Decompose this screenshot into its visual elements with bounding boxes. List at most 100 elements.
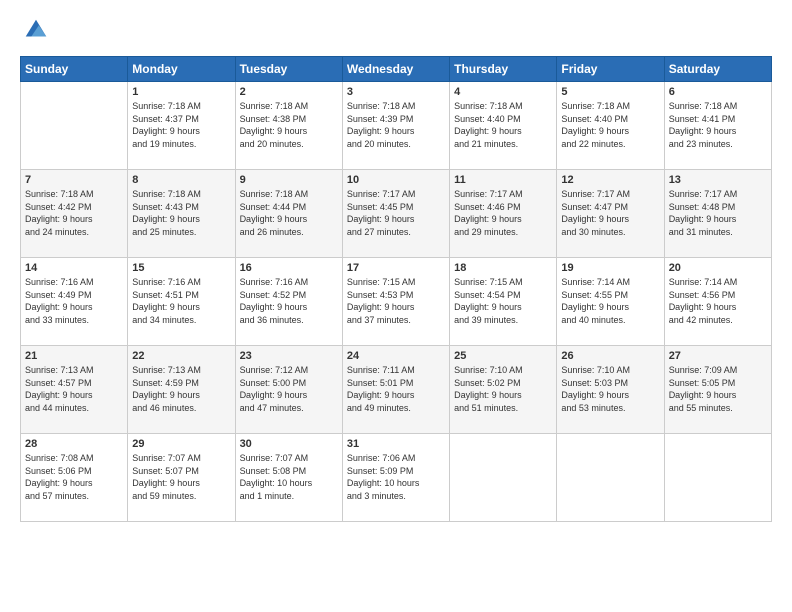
day-number: 29: [132, 438, 230, 450]
day-number: 22: [132, 350, 230, 362]
calendar-cell: 1 Sunrise: 7:18 AM Sunset: 4:37 PM Daylig…: [128, 82, 235, 170]
calendar-cell: 4 Sunrise: 7:18 AM Sunset: 4:40 PM Daylig…: [450, 82, 557, 170]
day-number: 12: [561, 174, 659, 186]
day-info: Sunrise: 7:12 AM Sunset: 5:00 PM Dayligh…: [240, 364, 338, 414]
day-of-week-header: Tuesday: [235, 57, 342, 82]
day-info: Sunrise: 7:18 AM Sunset: 4:42 PM Dayligh…: [25, 188, 123, 238]
day-number: 9: [240, 174, 338, 186]
calendar-cell: 11 Sunrise: 7:17 AM Sunset: 4:46 PM Dayli…: [450, 170, 557, 258]
logo: [20, 20, 50, 44]
calendar-header-row: SundayMondayTuesdayWednesdayThursdayFrid…: [21, 57, 772, 82]
day-info: Sunrise: 7:18 AM Sunset: 4:39 PM Dayligh…: [347, 100, 445, 150]
day-number: 4: [454, 86, 552, 98]
calendar-cell: 24 Sunrise: 7:11 AM Sunset: 5:01 PM Dayli…: [342, 346, 449, 434]
day-of-week-header: Wednesday: [342, 57, 449, 82]
calendar-cell: 6 Sunrise: 7:18 AM Sunset: 4:41 PM Daylig…: [664, 82, 771, 170]
day-of-week-header: Friday: [557, 57, 664, 82]
day-number: 24: [347, 350, 445, 362]
page: SundayMondayTuesdayWednesdayThursdayFrid…: [0, 0, 792, 612]
day-number: 26: [561, 350, 659, 362]
calendar-week-row: 7 Sunrise: 7:18 AM Sunset: 4:42 PM Daylig…: [21, 170, 772, 258]
day-info: Sunrise: 7:10 AM Sunset: 5:03 PM Dayligh…: [561, 364, 659, 414]
calendar-cell: 26 Sunrise: 7:10 AM Sunset: 5:03 PM Dayli…: [557, 346, 664, 434]
day-number: 5: [561, 86, 659, 98]
calendar-cell: [557, 434, 664, 522]
day-of-week-header: Sunday: [21, 57, 128, 82]
day-info: Sunrise: 7:18 AM Sunset: 4:40 PM Dayligh…: [561, 100, 659, 150]
calendar-cell: 2 Sunrise: 7:18 AM Sunset: 4:38 PM Daylig…: [235, 82, 342, 170]
calendar-cell: 18Sunrise: 7:15 AM Sunset: 4:54 PM Dayli…: [450, 258, 557, 346]
calendar-cell: 5 Sunrise: 7:18 AM Sunset: 4:40 PM Daylig…: [557, 82, 664, 170]
day-number: 15: [132, 262, 230, 274]
day-info: Sunrise: 7:15 AM Sunset: 4:54 PM Dayligh…: [454, 276, 552, 326]
calendar-cell: 23 Sunrise: 7:12 AM Sunset: 5:00 PM Dayli…: [235, 346, 342, 434]
calendar-cell: 25Sunrise: 7:10 AM Sunset: 5:02 PM Dayli…: [450, 346, 557, 434]
calendar-cell: 27Sunrise: 7:09 AM Sunset: 5:05 PM Dayli…: [664, 346, 771, 434]
day-number: 11: [454, 174, 552, 186]
day-info: Sunrise: 7:18 AM Sunset: 4:44 PM Dayligh…: [240, 188, 338, 238]
day-number: 20: [669, 262, 767, 274]
calendar-cell: [21, 82, 128, 170]
day-info: Sunrise: 7:06 AM Sunset: 5:09 PM Dayligh…: [347, 452, 445, 502]
day-info: Sunrise: 7:07 AM Sunset: 5:07 PM Dayligh…: [132, 452, 230, 502]
day-info: Sunrise: 7:17 AM Sunset: 4:46 PM Dayligh…: [454, 188, 552, 238]
calendar-cell: 13 Sunrise: 7:17 AM Sunset: 4:48 PM Dayli…: [664, 170, 771, 258]
day-info: Sunrise: 7:18 AM Sunset: 4:38 PM Dayligh…: [240, 100, 338, 150]
day-number: 7: [25, 174, 123, 186]
calendar-cell: 17 Sunrise: 7:15 AM Sunset: 4:53 PM Dayli…: [342, 258, 449, 346]
day-number: 19: [561, 262, 659, 274]
day-number: 27: [669, 350, 767, 362]
day-number: 1: [132, 86, 230, 98]
day-number: 31: [347, 438, 445, 450]
calendar-week-row: 28 Sunrise: 7:08 AM Sunset: 5:06 PM Dayli…: [21, 434, 772, 522]
calendar-week-row: 14 Sunrise: 7:16 AM Sunset: 4:49 PM Dayli…: [21, 258, 772, 346]
day-number: 13: [669, 174, 767, 186]
calendar-cell: 12 Sunrise: 7:17 AM Sunset: 4:47 PM Dayli…: [557, 170, 664, 258]
calendar-cell: 3Sunrise: 7:18 AM Sunset: 4:39 PM Daylig…: [342, 82, 449, 170]
day-info: Sunrise: 7:18 AM Sunset: 4:37 PM Dayligh…: [132, 100, 230, 150]
day-of-week-header: Saturday: [664, 57, 771, 82]
day-number: 6: [669, 86, 767, 98]
calendar-cell: 14 Sunrise: 7:16 AM Sunset: 4:49 PM Dayli…: [21, 258, 128, 346]
calendar-cell: 21Sunrise: 7:13 AM Sunset: 4:57 PM Dayli…: [21, 346, 128, 434]
calendar-cell: 7 Sunrise: 7:18 AM Sunset: 4:42 PM Daylig…: [21, 170, 128, 258]
day-info: Sunrise: 7:15 AM Sunset: 4:53 PM Dayligh…: [347, 276, 445, 326]
calendar-cell: 15 Sunrise: 7:16 AM Sunset: 4:51 PM Dayli…: [128, 258, 235, 346]
day-info: Sunrise: 7:14 AM Sunset: 4:55 PM Dayligh…: [561, 276, 659, 326]
calendar-week-row: 1 Sunrise: 7:18 AM Sunset: 4:37 PM Daylig…: [21, 82, 772, 170]
calendar-week-row: 21Sunrise: 7:13 AM Sunset: 4:57 PM Dayli…: [21, 346, 772, 434]
day-of-week-header: Thursday: [450, 57, 557, 82]
day-info: Sunrise: 7:08 AM Sunset: 5:06 PM Dayligh…: [25, 452, 123, 502]
header: [20, 20, 772, 44]
day-info: Sunrise: 7:18 AM Sunset: 4:41 PM Dayligh…: [669, 100, 767, 150]
logo-icon: [22, 16, 50, 44]
day-info: Sunrise: 7:10 AM Sunset: 5:02 PM Dayligh…: [454, 364, 552, 414]
day-number: 23: [240, 350, 338, 362]
day-info: Sunrise: 7:17 AM Sunset: 4:45 PM Dayligh…: [347, 188, 445, 238]
calendar-cell: 31 Sunrise: 7:06 AM Sunset: 5:09 PM Dayli…: [342, 434, 449, 522]
calendar-cell: 29 Sunrise: 7:07 AM Sunset: 5:07 PM Dayli…: [128, 434, 235, 522]
day-number: 14: [25, 262, 123, 274]
day-info: Sunrise: 7:16 AM Sunset: 4:51 PM Dayligh…: [132, 276, 230, 326]
day-number: 30: [240, 438, 338, 450]
calendar-cell: 19 Sunrise: 7:14 AM Sunset: 4:55 PM Dayli…: [557, 258, 664, 346]
day-info: Sunrise: 7:18 AM Sunset: 4:40 PM Dayligh…: [454, 100, 552, 150]
calendar-cell: 22 Sunrise: 7:13 AM Sunset: 4:59 PM Dayli…: [128, 346, 235, 434]
calendar-table: SundayMondayTuesdayWednesdayThursdayFrid…: [20, 56, 772, 522]
day-number: 17: [347, 262, 445, 274]
day-info: Sunrise: 7:16 AM Sunset: 4:52 PM Dayligh…: [240, 276, 338, 326]
day-number: 10: [347, 174, 445, 186]
day-info: Sunrise: 7:07 AM Sunset: 5:08 PM Dayligh…: [240, 452, 338, 502]
day-number: 28: [25, 438, 123, 450]
day-info: Sunrise: 7:13 AM Sunset: 4:59 PM Dayligh…: [132, 364, 230, 414]
day-info: Sunrise: 7:11 AM Sunset: 5:01 PM Dayligh…: [347, 364, 445, 414]
day-info: Sunrise: 7:16 AM Sunset: 4:49 PM Dayligh…: [25, 276, 123, 326]
calendar-cell: 16 Sunrise: 7:16 AM Sunset: 4:52 PM Dayli…: [235, 258, 342, 346]
day-info: Sunrise: 7:14 AM Sunset: 4:56 PM Dayligh…: [669, 276, 767, 326]
day-info: Sunrise: 7:17 AM Sunset: 4:48 PM Dayligh…: [669, 188, 767, 238]
day-number: 16: [240, 262, 338, 274]
calendar-cell: 20 Sunrise: 7:14 AM Sunset: 4:56 PM Dayli…: [664, 258, 771, 346]
day-info: Sunrise: 7:17 AM Sunset: 4:47 PM Dayligh…: [561, 188, 659, 238]
day-info: Sunrise: 7:18 AM Sunset: 4:43 PM Dayligh…: [132, 188, 230, 238]
day-number: 2: [240, 86, 338, 98]
